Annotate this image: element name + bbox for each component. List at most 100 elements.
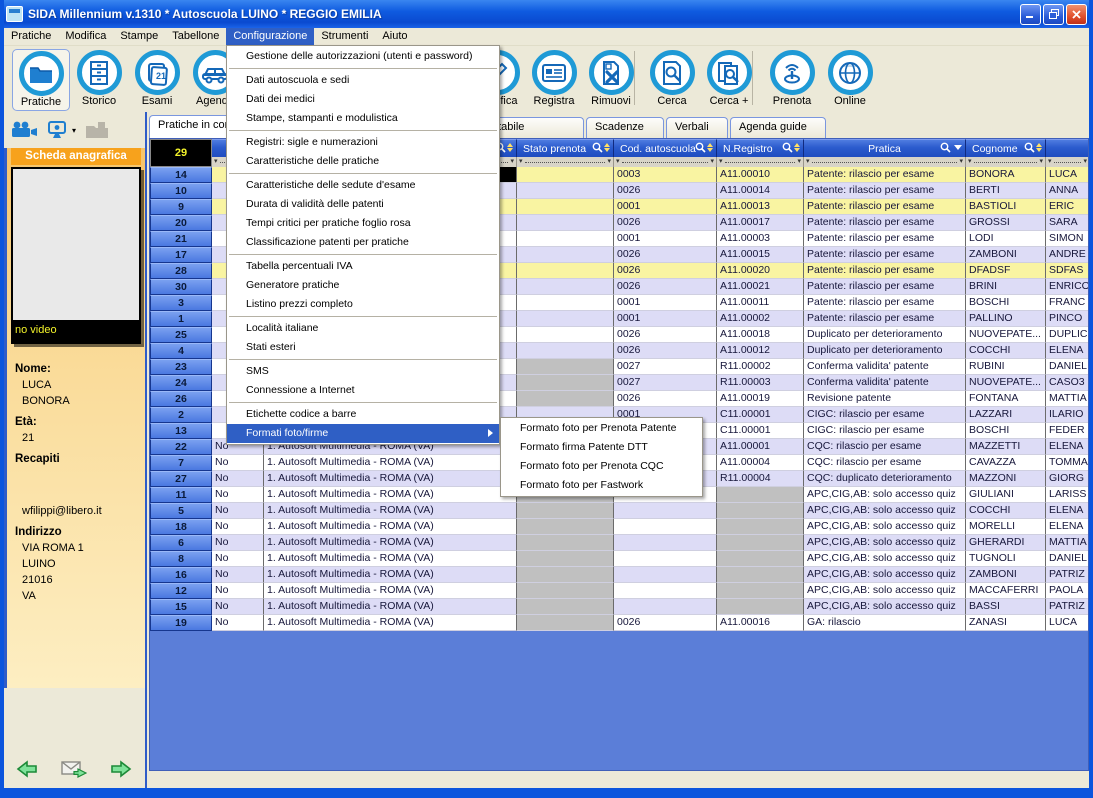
filter-cell-col3[interactable]: ▾▾: [614, 157, 717, 167]
menu-item-gestione-delle-autorizzazioni-utenti-e-password[interactable]: Gestione delle autorizzazioni (utenti e …: [227, 47, 499, 66]
menu-item-dati-dei-medici[interactable]: Dati dei medici: [227, 90, 499, 109]
tab-scadenze[interactable]: Scadenze: [586, 117, 664, 138]
minimize-button[interactable]: [1020, 4, 1041, 25]
row-number-button[interactable]: 17: [150, 247, 212, 263]
menu-item-etichette-codice-a-barre[interactable]: Etichette codice a barre: [227, 405, 499, 424]
toolbar-button-cerca[interactable]: Cerca +: [700, 49, 758, 111]
menubar-item-tabellone[interactable]: Tabellone: [165, 28, 226, 45]
menu-item-listino-prezzi-completo[interactable]: Listino prezzi completo: [227, 295, 499, 314]
menu-item-localit-italiane[interactable]: Località italiane: [227, 319, 499, 338]
send-email-button[interactable]: [61, 760, 87, 778]
column-header-cod-autoscuola[interactable]: Cod. autoscuola: [614, 139, 717, 157]
forward-arrow-button[interactable]: [108, 760, 132, 778]
row-number-button[interactable]: 13: [150, 423, 212, 439]
column-header-pratica[interactable]: Pratica: [804, 139, 966, 157]
close-button[interactable]: [1066, 4, 1087, 25]
toolbar-button-online[interactable]: Online: [821, 49, 879, 111]
column-header-stato-prenota[interactable]: Stato prenota: [517, 139, 614, 157]
menu-item-caratteristiche-delle-pratiche[interactable]: Caratteristiche delle pratiche: [227, 152, 499, 171]
menu-item-tabella-percentuali-iva[interactable]: Tabella percentuali IVA: [227, 257, 499, 276]
column-header-col7[interactable]: [1046, 139, 1089, 157]
toolbar-button-rimuovi[interactable]: Rimuovi: [582, 49, 640, 111]
row-number-button[interactable]: 11: [150, 487, 212, 503]
row-number-button[interactable]: 15: [150, 599, 212, 615]
menu-item-caratteristiche-delle-sedute-d-esame[interactable]: Caratteristiche delle sedute d'esame: [227, 176, 499, 195]
row-number-button[interactable]: 9: [150, 199, 212, 215]
filter-cell-col7[interactable]: ▾▾: [1046, 157, 1089, 167]
toolbar-button-registra[interactable]: Registra: [525, 49, 583, 111]
table-row[interactable]: No1. Autosoft Multimedia - ROMA (VA)APC,…: [212, 583, 1089, 599]
row-number-button[interactable]: 19: [150, 615, 212, 631]
table-row[interactable]: No1. Autosoft Multimedia - ROMA (VA)APC,…: [212, 551, 1089, 567]
table-row[interactable]: No1. Autosoft Multimedia - ROMA (VA)APC,…: [212, 519, 1089, 535]
restore-button[interactable]: [1043, 4, 1064, 25]
tab-agenda-guide[interactable]: Agenda guide: [730, 117, 826, 138]
menubar-item-aiuto[interactable]: Aiuto: [375, 28, 414, 45]
toolbar-button-pratiche[interactable]: Pratiche: [12, 49, 70, 111]
row-number-button[interactable]: 23: [150, 359, 212, 375]
menu-item-registri-sigle-e-numerazioni[interactable]: Registri: sigle e numerazioni: [227, 133, 499, 152]
row-number-button[interactable]: 25: [150, 327, 212, 343]
menu-item-classificazione-patenti-per-pratiche[interactable]: Classificazione patenti per pratiche: [227, 233, 499, 252]
menubar-item-strumenti[interactable]: Strumenti: [314, 28, 375, 45]
row-number-button[interactable]: 26: [150, 391, 212, 407]
row-number-button[interactable]: 21: [150, 231, 212, 247]
column-header-n-registro[interactable]: N.Registro: [717, 139, 804, 157]
menubar-item-configurazione[interactable]: Configurazione: [226, 28, 314, 45]
row-number-button[interactable]: 18: [150, 519, 212, 535]
toolbar-button-cerca[interactable]: Cerca: [643, 49, 701, 111]
table-row[interactable]: No1. Autosoft Multimedia - ROMA (VA)APC,…: [212, 599, 1089, 615]
webcam-icon[interactable]: [46, 120, 68, 140]
row-number-button[interactable]: 22: [150, 439, 212, 455]
menu-item-durata-di-validit-delle-patenti[interactable]: Durata di validità delle patenti: [227, 195, 499, 214]
filter-cell-col4[interactable]: ▾▾: [717, 157, 804, 167]
menu-item-formati-foto-firme[interactable]: Formati foto/firme: [227, 424, 499, 443]
row-number-button[interactable]: 5: [150, 503, 212, 519]
menu-item-tempi-critici-per-pratiche-foglio-rosa[interactable]: Tempi critici per pratiche foglio rosa: [227, 214, 499, 233]
menubar-item-pratiche[interactable]: Pratiche: [4, 28, 58, 45]
video-camera-icon[interactable]: [10, 121, 38, 139]
menubar-item-modifica[interactable]: Modifica: [58, 28, 113, 45]
table-row[interactable]: No1. Autosoft Multimedia - ROMA (VA)APC,…: [212, 535, 1089, 551]
table-row[interactable]: No1. Autosoft Multimedia - ROMA (VA)APC,…: [212, 567, 1089, 583]
title-bar[interactable]: SIDA Millennium v.1310 * Autoscuola LUIN…: [0, 0, 1093, 28]
menu-item-stati-esteri[interactable]: Stati esteri: [227, 338, 499, 357]
tab-verbali[interactable]: Verbali: [666, 117, 728, 138]
webcam-dropdown-icon[interactable]: ▾: [72, 126, 76, 135]
row-number-button[interactable]: 24: [150, 375, 212, 391]
row-number-button[interactable]: 30: [150, 279, 212, 295]
back-arrow-button[interactable]: [16, 760, 40, 778]
row-number-button[interactable]: 1: [150, 311, 212, 327]
toolbar-button-esami[interactable]: 21Esami: [128, 49, 186, 111]
row-number-button[interactable]: 20: [150, 215, 212, 231]
submenu-item-formato-firma-patente-dtt[interactable]: Formato firma Patente DTT: [501, 438, 702, 457]
row-number-button[interactable]: 10: [150, 183, 212, 199]
row-number-button[interactable]: 28: [150, 263, 212, 279]
table-row[interactable]: No1. Autosoft Multimedia - ROMA (VA)APC,…: [212, 503, 1089, 519]
submenu-item-formato-foto-per-prenota-patente[interactable]: Formato foto per Prenota Patente: [501, 419, 702, 438]
row-number-button[interactable]: 16: [150, 567, 212, 583]
filter-cell-col2[interactable]: ▾▾: [517, 157, 614, 167]
menu-item-stampe-stampanti-e-modulistica[interactable]: Stampe, stampanti e modulistica: [227, 109, 499, 128]
column-header-cognome[interactable]: Cognome: [966, 139, 1046, 157]
row-number-button[interactable]: 3: [150, 295, 212, 311]
filter-cell-col6[interactable]: ▾▾: [966, 157, 1046, 167]
menu-item-sms[interactable]: SMS: [227, 362, 499, 381]
menu-item-generatore-pratiche[interactable]: Generatore pratiche: [227, 276, 499, 295]
toolbar-button-prenota[interactable]: Prenota: [763, 49, 821, 111]
filter-cell-col5[interactable]: ▾▾: [804, 157, 966, 167]
row-number-button[interactable]: 12: [150, 583, 212, 599]
table-row[interactable]: No1. Autosoft Multimedia - ROMA (VA)0026…: [212, 615, 1089, 631]
row-number-button[interactable]: 14: [150, 167, 212, 183]
menu-item-connessione-a-internet[interactable]: Connessione a Internet: [227, 381, 499, 400]
row-number-button[interactable]: 8: [150, 551, 212, 567]
submenu-item-formato-foto-per-prenota-cqc[interactable]: Formato foto per Prenota CQC: [501, 457, 702, 476]
menubar-item-stampe[interactable]: Stampe: [113, 28, 165, 45]
toolbar-button-storico[interactable]: Storico: [70, 49, 128, 111]
row-number-button[interactable]: 6: [150, 535, 212, 551]
row-number-button[interactable]: 7: [150, 455, 212, 471]
submenu-item-formato-foto-per-fastwork[interactable]: Formato foto per Fastwork: [501, 476, 702, 495]
row-number-button[interactable]: 2: [150, 407, 212, 423]
menu-item-dati-autoscuola-e-sedi[interactable]: Dati autoscuola e sedi: [227, 71, 499, 90]
row-number-button[interactable]: 27: [150, 471, 212, 487]
